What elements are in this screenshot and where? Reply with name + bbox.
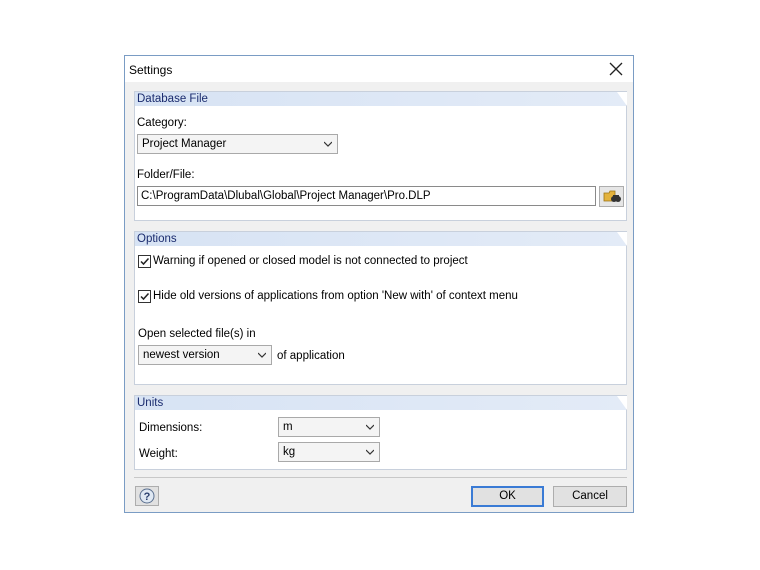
weight-dropdown[interactable]: kg: [278, 442, 380, 462]
category-dropdown[interactable]: Project Manager: [137, 134, 338, 154]
dialog-title: Settings: [129, 63, 173, 77]
chevron-down-icon: [324, 141, 332, 147]
browse-button[interactable]: [599, 186, 624, 207]
checkmark-icon: [140, 257, 150, 266]
footer-divider: [134, 477, 627, 478]
chevron-down-icon: [366, 424, 374, 430]
of-application-label: of application: [277, 350, 345, 362]
title-bar: Settings: [125, 56, 633, 82]
close-icon[interactable]: [605, 59, 627, 79]
help-icon: ?: [139, 488, 155, 504]
warning-checkbox[interactable]: [138, 255, 151, 268]
hide-old-versions-checkbox[interactable]: [138, 290, 151, 303]
category-label: Category:: [137, 117, 187, 129]
dimensions-label: Dimensions:: [139, 422, 203, 434]
folder-file-label: Folder/File:: [137, 169, 195, 181]
checkmark-icon: [140, 292, 150, 301]
folder-file-input[interactable]: C:\ProgramData\Dlubal\Global\Project Man…: [137, 186, 596, 206]
dimensions-value: m: [283, 421, 293, 433]
hide-old-versions-label[interactable]: Hide old versions of applications from o…: [153, 290, 518, 302]
open-in-label: Open selected file(s) in: [138, 328, 256, 340]
options-heading: Options: [135, 232, 627, 246]
dimensions-dropdown[interactable]: m: [278, 417, 380, 437]
ok-button[interactable]: OK: [471, 486, 544, 507]
options-group: Options Warning if opened or closed mode…: [134, 231, 627, 385]
units-group: Units Dimensions: m Weight: kg: [134, 395, 627, 470]
warning-label[interactable]: Warning if opened or closed model is not…: [153, 255, 468, 267]
weight-value: kg: [283, 446, 296, 458]
settings-dialog: Settings Database File Category: Project…: [124, 55, 634, 513]
open-in-value: newest version: [143, 349, 220, 361]
category-value: Project Manager: [142, 138, 227, 150]
svg-text:?: ?: [144, 491, 151, 503]
database-file-heading: Database File: [135, 92, 627, 106]
cancel-button[interactable]: Cancel: [553, 486, 627, 507]
chevron-down-icon: [258, 352, 266, 358]
chevron-down-icon: [366, 449, 374, 455]
help-button[interactable]: ?: [135, 486, 159, 506]
weight-label: Weight:: [139, 448, 178, 460]
database-file-group: Database File Category: Project Manager …: [134, 91, 627, 221]
units-heading: Units: [135, 396, 627, 410]
open-in-dropdown[interactable]: newest version: [138, 345, 272, 365]
browse-folder-icon: [603, 190, 621, 202]
